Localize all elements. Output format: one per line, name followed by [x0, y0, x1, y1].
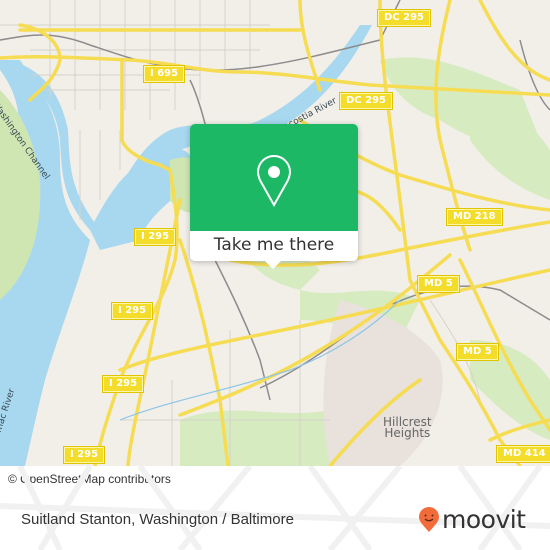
moovit-pin-icon — [419, 507, 439, 532]
label-hillcrest-line2: Heights — [384, 426, 431, 440]
highway-shield-dc295: DC 295 — [377, 9, 431, 27]
highway-shield-i295: I 295 — [110, 302, 154, 320]
map-pin-icon — [257, 155, 291, 207]
highway-shield-md5: MD 5 — [417, 275, 460, 293]
highway-shield-i295: I 295 — [62, 446, 106, 464]
stop-name: Suitland Stanton, Washington / Baltimore — [21, 511, 294, 528]
popup-pointer — [265, 261, 281, 269]
highway-shield-i295: I 295 — [133, 228, 177, 246]
highway-shield-dc295: DC 295 — [339, 92, 393, 110]
highway-shield-md414: MD 414 — [496, 445, 550, 463]
highway-shield-md218: MD 218 — [446, 208, 503, 226]
location-popup: Take me there — [190, 124, 358, 269]
moovit-logo[interactable]: moovit — [418, 507, 526, 533]
popup-header — [190, 124, 358, 231]
label-hillcrest-heights: Hillcrest Heights — [383, 416, 432, 440]
highway-shield-i695: I 695 — [142, 65, 186, 83]
urban-area — [323, 300, 443, 466]
highway-shield-i295: I 295 — [101, 375, 145, 393]
map-view[interactable]: DC 295 I 695 DC 295 I 295 MD 218 I 295 M… — [0, 0, 550, 466]
moovit-wordmark: moovit — [442, 505, 526, 534]
highway-shield-md5: MD 5 — [456, 343, 499, 361]
park — [180, 410, 330, 466]
take-me-there-button[interactable]: Take me there — [190, 231, 358, 261]
